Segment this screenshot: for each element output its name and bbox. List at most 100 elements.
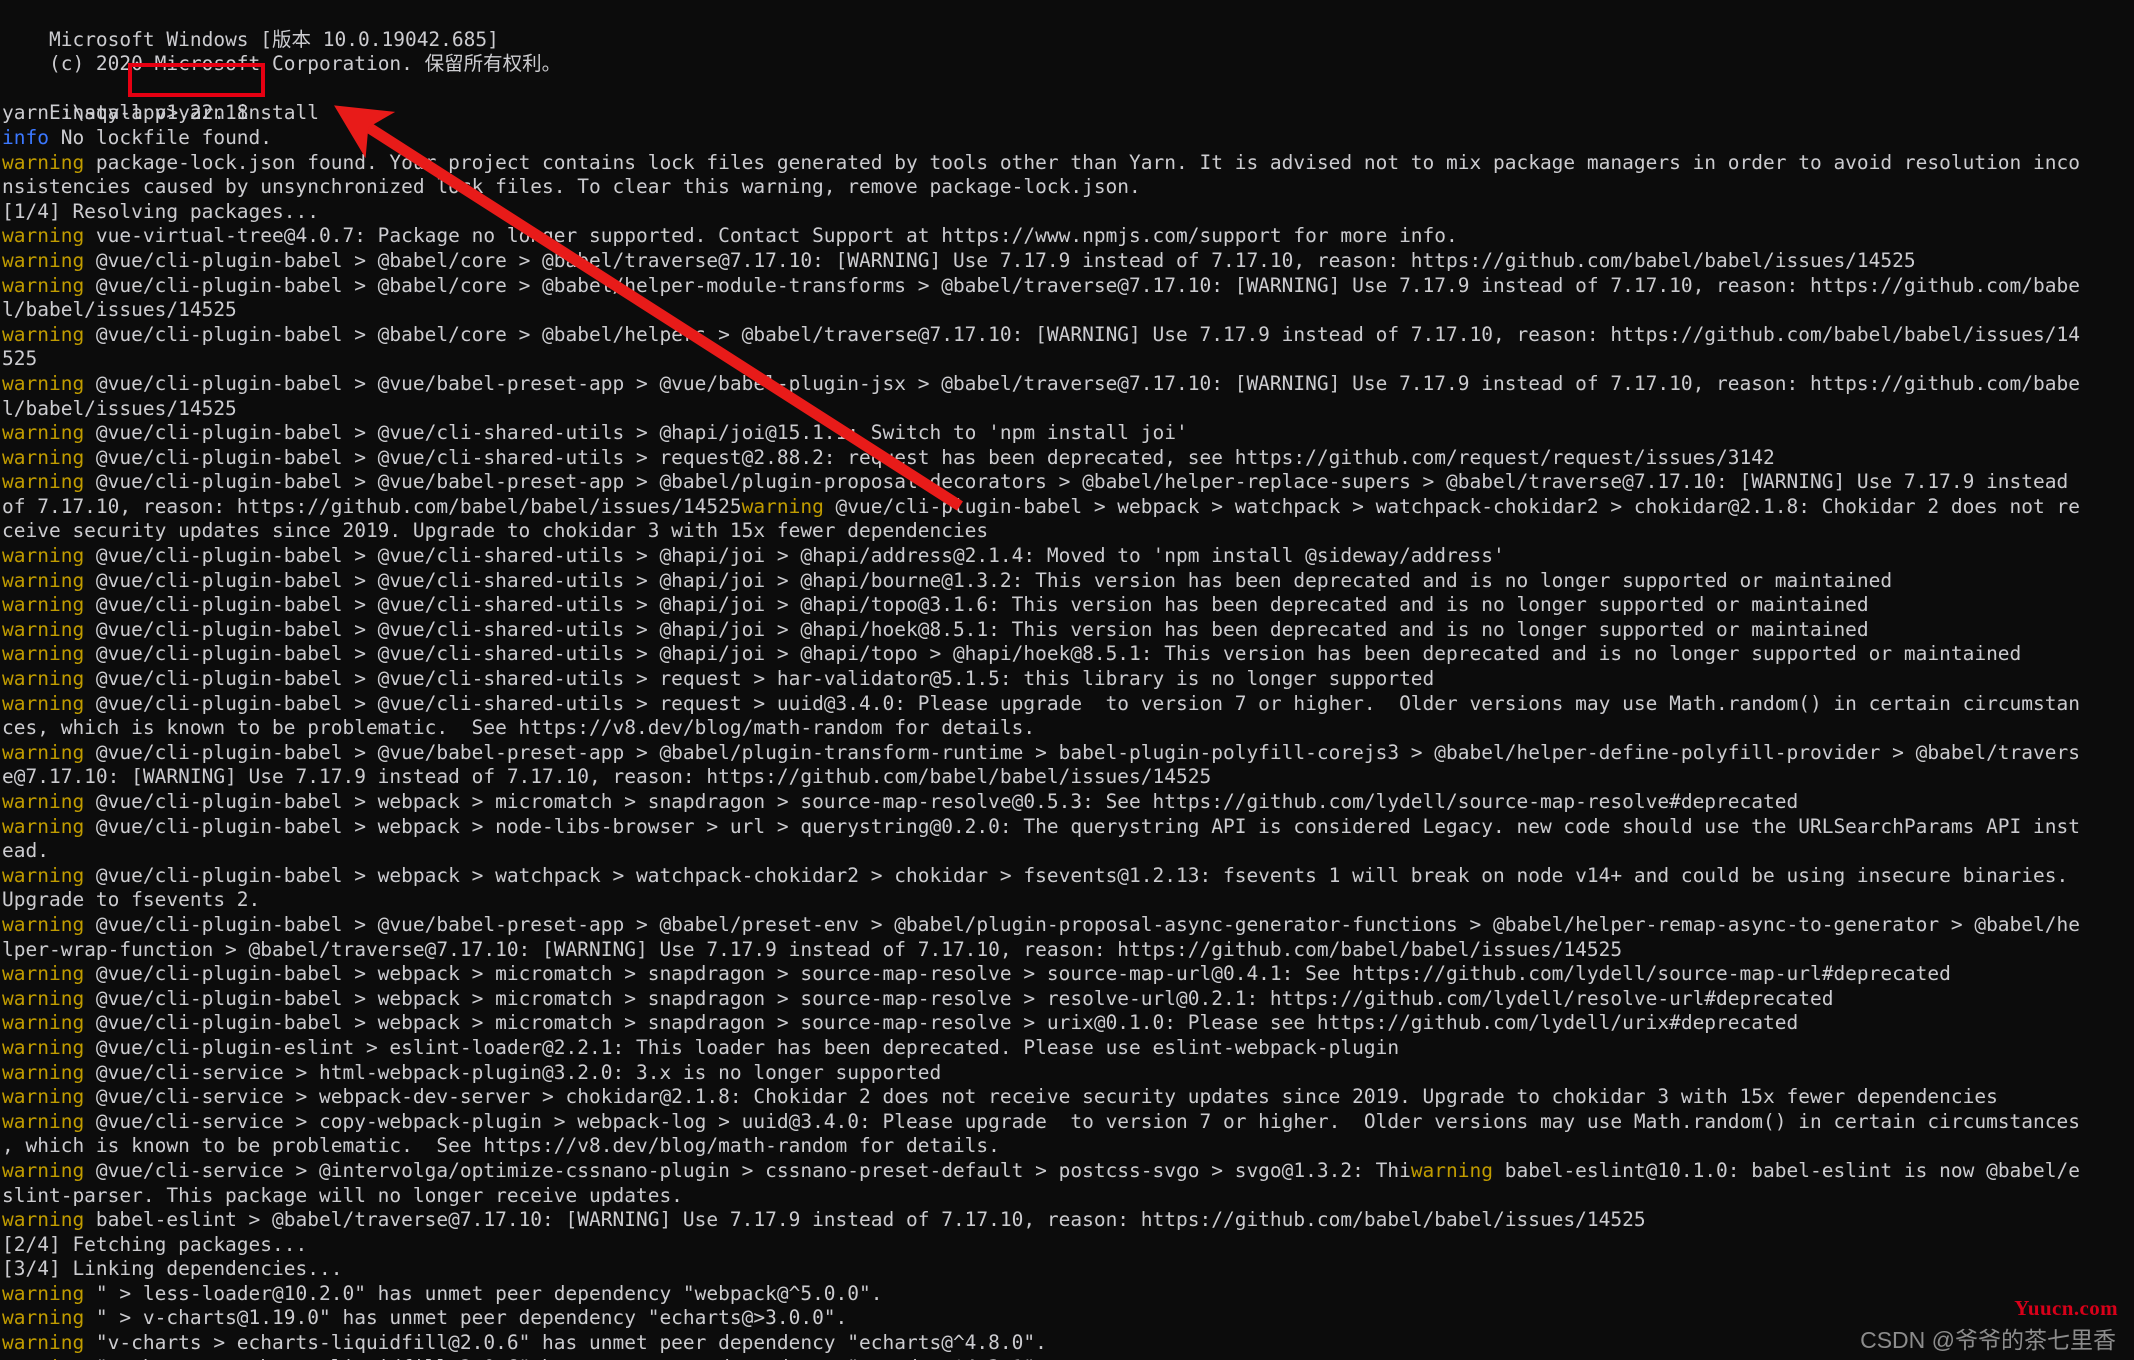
console-line: nsistencies caused by unsynchronized loc… (2, 175, 2134, 200)
console-line: warning @vue/cli-plugin-babel > webpack … (2, 864, 2134, 889)
console-text: babel-eslint > @babel/traverse@7.17.10: … (84, 1208, 1646, 1232)
console-text: ceive security updates since 2019. Upgra… (2, 519, 989, 543)
console-text: No lockfile found. (48, 125, 273, 149)
watermark-csdn: CSDN @爷爷的茶七里香 (1860, 1327, 2116, 1353)
log-level-warning: warning (2, 642, 85, 666)
log-level-warning: warning (2, 544, 85, 568)
console-line: warning @vue/cli-plugin-babel > @babel/c… (2, 249, 2134, 274)
console-text: @vue/cli-plugin-babel > @babel/core > @b… (84, 273, 2080, 297)
log-level-warning: warning (2, 740, 85, 764)
log-level-warning: warning (2, 445, 85, 469)
console-line: warning @vue/cli-plugin-eslint > eslint-… (2, 1036, 2134, 1061)
console-line: warning @vue/cli-plugin-babel > webpack … (2, 987, 2134, 1012)
log-level-warning: warning (2, 593, 85, 617)
console-line: , which is known to be problematic. See … (2, 1134, 2134, 1159)
console-line: warning @vue/cli-service > @intervolga/o… (2, 1159, 2134, 1184)
console-line: [2/4] Fetching packages... (2, 1233, 2134, 1258)
console-line: warning @vue/cli-plugin-babel > @vue/cli… (2, 544, 2134, 569)
console-line: warning @vue/cli-service > html-webpack-… (2, 1061, 2134, 1086)
console-line: slint-parser. This package will no longe… (2, 1184, 2134, 1209)
console-line: ces, which is known to be problematic. S… (2, 716, 2134, 741)
log-level-warning: warning (2, 1060, 85, 1084)
console-text: , which is known to be problematic. See … (2, 1134, 1000, 1158)
console-line: warning " > v-charts@1.19.0" has unmet p… (2, 1306, 2134, 1331)
console-line: warning "v-charts > echarts-liquidfill@2… (2, 1331, 2134, 1356)
console-text: l/babel/issues/14525 (2, 396, 237, 420)
log-level-warning: warning (741, 494, 824, 518)
log-level-warning: warning (2, 863, 85, 887)
console-text: @vue/cli-plugin-eslint > eslint-loader@2… (84, 1035, 1400, 1059)
console-text: @vue/cli-plugin-babel > @vue/cli-shared-… (84, 593, 1869, 617)
log-level-warning: warning (2, 1158, 85, 1182)
console-text: @vue/cli-plugin-babel > webpack > microm… (84, 986, 1834, 1010)
console-text: l/babel/issues/14525 (2, 298, 237, 322)
console-text: @vue/cli-plugin-babel > @vue/cli-shared-… (84, 445, 1775, 469)
log-level-warning: warning (2, 1306, 85, 1330)
console-text: nsistencies caused by unsynchronized loc… (2, 175, 1141, 199)
console-line: warning @vue/cli-plugin-babel > @babel/c… (2, 323, 2134, 348)
console-line: of 7.17.10, reason: https://github.com/b… (2, 495, 2134, 520)
console-line: warning @vue/cli-plugin-babel > webpack … (2, 962, 2134, 987)
console-text: package-lock.json found. Your project co… (84, 150, 2080, 174)
console-text: @vue/cli-plugin-babel > webpack > microm… (84, 790, 1799, 813)
log-level-warning: warning (2, 322, 85, 346)
console-text: @vue/cli-plugin-babel > @babel/core > @b… (84, 322, 2080, 346)
console-text: @vue/cli-plugin-babel > webpack > watchp… (84, 863, 2069, 887)
log-level-warning: warning (1410, 1158, 1493, 1182)
console-line: [3/4] Linking dependencies... (2, 1257, 2134, 1282)
log-level-warning: warning (2, 421, 85, 445)
console-text: [2/4] Fetching packages... (2, 1232, 308, 1256)
console-text: 525 (2, 347, 38, 371)
console-output: yarn install v1.22.18 info No lockfile fo… (2, 101, 2134, 1360)
console-text: @vue/cli-plugin-babel > @vue/cli-shared-… (84, 568, 1893, 592)
console-text: e@7.17.10: [WARNING] Use 7.17.9 instead … (2, 765, 1212, 789)
console-line: warning @vue/cli-plugin-babel > @vue/cli… (2, 421, 2134, 446)
command-prompt-window[interactable]: Microsoft Windows [版本 10.0.19042.685] (c… (0, 0, 2134, 1360)
log-level-warning: warning (2, 962, 85, 986)
console-text: @vue/cli-plugin-babel > @vue/cli-shared-… (84, 642, 2022, 666)
console-line: warning @vue/cli-plugin-babel > webpack … (2, 815, 2134, 840)
console-text: @vue/cli-plugin-babel > @babel/core > @b… (84, 248, 1916, 272)
log-level-warning: warning (2, 1208, 85, 1232)
console-text: of 7.17.10, reason: https://github.com/b… (2, 494, 742, 518)
console-text: @vue/cli-service > @intervolga/optimize-… (84, 1158, 1411, 1182)
log-level-warning: warning (2, 1281, 85, 1305)
console-line: warning @vue/cli-plugin-babel > webpack … (2, 790, 2134, 815)
log-level-warning: warning (2, 691, 85, 715)
console-line: warning vue-virtual-tree@4.0.7: Package … (2, 224, 2134, 249)
console-line: warning @vue/cli-plugin-babel > @vue/bab… (2, 372, 2134, 397)
console-line: warning @vue/cli-service > webpack-dev-s… (2, 1085, 2134, 1110)
console-line: warning " > less-loader@10.2.0" has unme… (2, 1282, 2134, 1307)
console-text: "v-charts > echarts-liquidfill@2.0.6" ha… (84, 1356, 1047, 1360)
copyright-text: (c) 2020 Microsoft Corporation. 保留所有权利。 (48, 52, 562, 76)
console-line: l/babel/issues/14525 (2, 397, 2134, 422)
console-text: @vue/cli-plugin-babel > @vue/babel-prese… (84, 912, 2080, 936)
console-line: lper-wrap-function > @babel/traverse@7.1… (2, 938, 2134, 963)
log-level-warning: warning (2, 371, 85, 395)
console-text: @vue/cli-plugin-babel > @vue/babel-prese… (84, 740, 2080, 764)
console-text: @vue/cli-plugin-babel > @vue/cli-shared-… (84, 617, 1869, 641)
console-text: @vue/cli-plugin-babel > webpack > node-l… (84, 814, 2080, 838)
console-line: warning @vue/cli-plugin-babel > @vue/cli… (2, 569, 2134, 594)
console-text: lper-wrap-function > @babel/traverse@7.1… (2, 937, 1623, 961)
console-line: warning @vue/cli-plugin-babel > @vue/cli… (2, 593, 2134, 618)
console-line: e@7.17.10: [WARNING] Use 7.17.9 instead … (2, 765, 2134, 790)
console-text: @vue/cli-service > html-webpack-plugin@3… (84, 1060, 942, 1084)
console-text: ead. (2, 839, 49, 863)
log-level-warning: warning (2, 1085, 85, 1109)
console-text: @vue/cli-service > webpack-dev-server > … (84, 1085, 1998, 1109)
console-line: warning @vue/cli-plugin-babel > @vue/cli… (2, 667, 2134, 692)
console-text: babel-eslint@10.1.0: babel-eslint is now… (1493, 1158, 2080, 1182)
console-line: warning @vue/cli-service > copy-webpack-… (2, 1110, 2134, 1135)
log-level-warning: warning (2, 470, 85, 494)
console-text: @vue/cli-plugin-babel > @vue/cli-shared-… (84, 667, 1435, 691)
console-text: slint-parser. This package will no longe… (2, 1183, 683, 1207)
console-line: warning @vue/cli-plugin-babel > @vue/bab… (2, 741, 2134, 766)
log-level-warning: warning (2, 1011, 85, 1035)
log-level-warning: warning (2, 814, 85, 838)
log-level-warning: warning (2, 224, 85, 248)
console-line: 525 (2, 347, 2134, 372)
console-line: warning @vue/cli-plugin-babel > @vue/cli… (2, 446, 2134, 471)
console-text: " > less-loader@10.2.0" has unmet peer d… (84, 1281, 883, 1305)
console-line: warning package-lock.json found. Your pr… (2, 151, 2134, 176)
